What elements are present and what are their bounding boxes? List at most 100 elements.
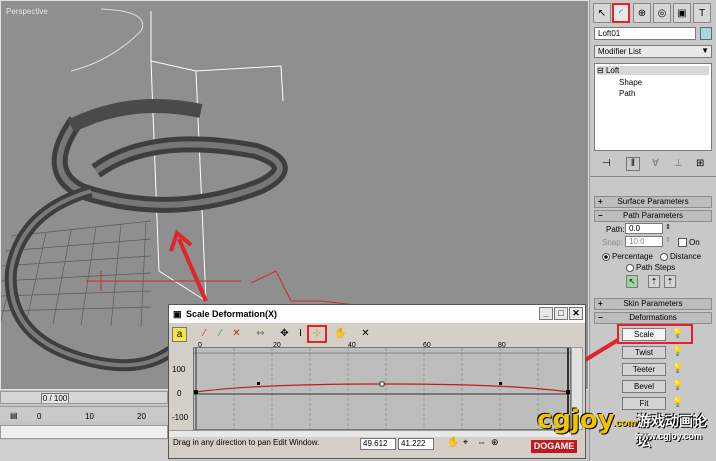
move-icon: ✥ [280, 328, 289, 339]
track-bar[interactable]: ▤ 0 10 20 [0, 406, 168, 421]
cross-curve-icon: ✕ [232, 328, 241, 339]
path-parameters-rollout[interactable]: − Path Parameters [594, 210, 712, 222]
next-shape-button[interactable]: ⇡ [664, 275, 676, 288]
twist-enable-icon[interactable]: 💡 [672, 346, 683, 357]
create-tab[interactable]: ↖ [593, 3, 611, 23]
swap-curves-button[interactable]: ↭ [253, 327, 268, 342]
move-control-point-button[interactable]: ✥ [277, 327, 292, 342]
stack-item-loft[interactable]: ⊟ Loft [597, 66, 709, 75]
pan-button[interactable]: ✋ [333, 327, 348, 342]
show-end-result-icon[interactable]: ‖ [626, 157, 640, 171]
surface-parameters-rollout[interactable]: + Surface Parameters [594, 196, 712, 208]
pick-shape-button[interactable]: ↖ [626, 275, 638, 288]
path-value-field[interactable]: 0.0 [625, 223, 663, 234]
motion-tab[interactable]: ◎ [653, 3, 671, 23]
modifier-list-dropdown[interactable]: Modifier List ▼ [594, 45, 712, 58]
display-x-axis-button[interactable]: ⁄ [197, 327, 212, 342]
distance-radio[interactable]: Distance [660, 252, 701, 261]
display-xy-axes-button[interactable]: ✕ [229, 327, 244, 342]
horizontal-scrollbar[interactable] [169, 430, 571, 437]
coord-y-field[interactable]: 41.222 [398, 438, 434, 450]
divider [590, 176, 716, 177]
display-tab[interactable]: ▣ [673, 3, 691, 23]
dialog-status-text: Drag in any direction to pan Edit Window… [173, 438, 320, 447]
zoom-icon[interactable]: ⊕ [491, 437, 499, 448]
logo-badge: DOGAME [531, 440, 577, 453]
dialog-title: Scale Deformation(X) [186, 309, 278, 319]
make-symmetrical-button[interactable]: a [172, 327, 187, 342]
path-label: Path: [606, 225, 625, 234]
tick-20: 20 [137, 412, 146, 421]
bevel-enable-icon[interactable]: 💡 [672, 380, 683, 391]
stack-toolbar: ⊣ ‖ ∀ ⊥ ⊞ [594, 156, 712, 172]
maxscript-listener[interactable] [0, 425, 168, 439]
pan-hand-icon[interactable]: ✋ [447, 437, 459, 448]
command-panel: ↖ ◜ ⊕ ◎ ▣ T Loft01 Modifier List ▼ ⊟ Lof… [589, 0, 716, 461]
chevron-down-icon: ▼ [701, 46, 709, 55]
motion-icon: ◎ [657, 7, 667, 19]
path-spinner[interactable]: ⇕ [665, 223, 671, 231]
scale-control-point-button[interactable]: I [293, 327, 308, 342]
skin-parameters-rollout[interactable]: + Skin Parameters [594, 298, 712, 310]
hierarchy-icon: ⊕ [637, 7, 647, 19]
previous-shape-button[interactable]: ⇡ [648, 275, 660, 288]
yaxis-100: 100 [172, 365, 186, 374]
yaxis-0: 0 [177, 389, 182, 398]
tick-0: 0 [37, 412, 42, 421]
modify-icon: ◜ [619, 7, 623, 19]
path-steps-radio[interactable]: Path Steps [626, 263, 675, 272]
coord-x-field[interactable]: 49.612 [360, 438, 396, 450]
zoom-extents-icon[interactable]: ⌖ [463, 437, 468, 448]
delete-control-point-button[interactable]: ✕ [358, 327, 373, 342]
control-point [379, 381, 385, 387]
bevel-button[interactable]: Bevel [622, 380, 666, 393]
hierarchy-tab[interactable]: ⊕ [633, 3, 651, 23]
logo-url: www.cgjoy.com [635, 431, 703, 441]
frame-counter[interactable]: 0 / 100 [41, 393, 69, 403]
object-color-swatch[interactable] [700, 27, 712, 40]
modify-tab[interactable]: ◜ [612, 3, 630, 23]
zoom-horizontal-icon[interactable]: ⇔ [477, 437, 486, 447]
utilities-tab[interactable]: T [693, 3, 711, 23]
time-slider[interactable]: 0 / 100 [0, 391, 168, 404]
close-button[interactable]: ✕ [569, 307, 583, 320]
display-y-axis-button[interactable]: ⁄ [213, 327, 228, 342]
delete-icon: ✕ [361, 328, 370, 339]
minimize-button[interactable]: _ [539, 307, 553, 320]
status-bar-left [0, 440, 168, 461]
stack-item-shape[interactable]: Shape [619, 78, 642, 87]
percentage-radio[interactable]: Percentage [602, 252, 653, 261]
deformations-rollout[interactable]: − Deformations [594, 312, 712, 324]
make-unique-icon[interactable]: ∀ [652, 158, 659, 169]
remove-modifier-icon[interactable]: ⊥ [674, 158, 683, 169]
track-icon: ▤ [10, 411, 18, 420]
tick-10: 10 [85, 412, 94, 421]
pin-stack-icon[interactable]: ⊣ [602, 158, 611, 169]
stack-item-path[interactable]: Path [619, 89, 635, 98]
dialog-titlebar[interactable]: ▣ Scale Deformation(X) _ □ ✕ [169, 305, 585, 323]
insert-point-icon: ⊹ [312, 328, 322, 339]
maximize-button[interactable]: □ [554, 307, 568, 320]
swap-icon: ↭ [256, 328, 265, 339]
deformation-graph[interactable] [193, 347, 571, 430]
insert-corner-point-button[interactable]: ⊹ [307, 325, 327, 343]
up-arrow-icon: ⇡ [650, 277, 658, 286]
lock-icon: a [176, 329, 183, 340]
snap-spinner[interactable]: ⇕ [665, 236, 671, 244]
snap-on-checkbox[interactable]: On [678, 238, 700, 248]
teeter-enable-icon[interactable]: 💡 [672, 363, 683, 374]
configure-sets-icon[interactable]: ⊞ [696, 158, 704, 169]
close-icon: ✕ [572, 308, 580, 318]
path-axis [86, 270, 357, 306]
modifier-stack[interactable]: ⊟ Loft Shape Path [594, 63, 712, 151]
object-name-field[interactable]: Loft01 [594, 27, 696, 40]
control-point [194, 390, 198, 394]
control-point [257, 382, 260, 385]
scale-icon: I [299, 328, 302, 339]
curve-y-icon: ⁄ [219, 328, 222, 339]
graph-canvas [194, 348, 570, 429]
control-point [566, 390, 570, 394]
snap-value-field[interactable]: 10.0 [625, 236, 663, 247]
utilities-icon: T [698, 7, 706, 19]
scale-enable-icon[interactable]: 💡 [672, 328, 683, 339]
